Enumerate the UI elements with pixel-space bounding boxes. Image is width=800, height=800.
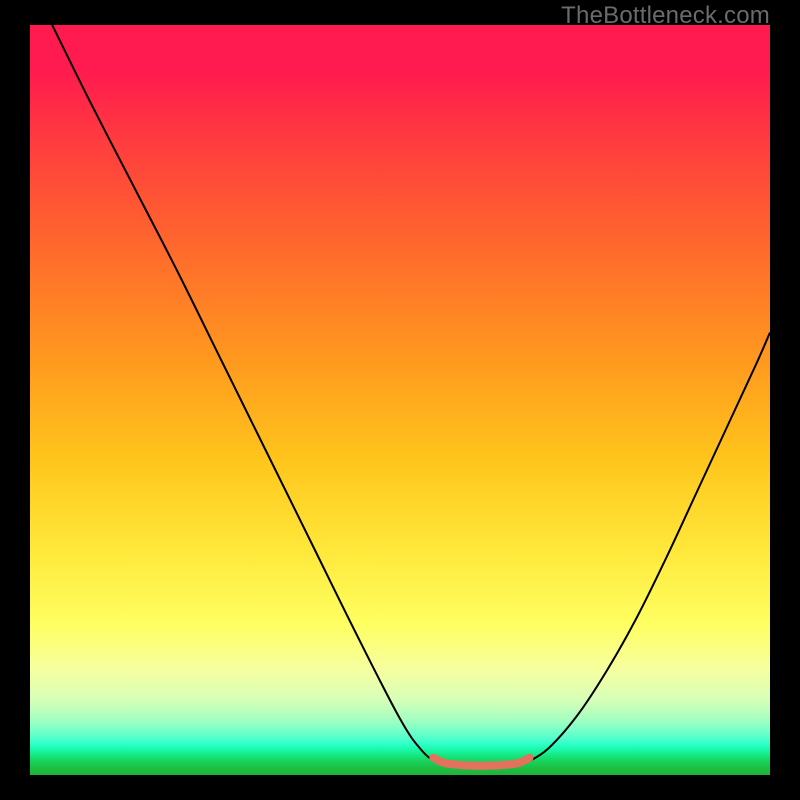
bottleneck-curve-right	[526, 333, 770, 764]
valley-highlight	[433, 758, 529, 766]
chart-frame: TheBottleneck.com	[0, 0, 800, 800]
plot-area	[30, 25, 770, 775]
bottleneck-curve-left	[52, 25, 437, 763]
curve-layer	[30, 25, 770, 775]
